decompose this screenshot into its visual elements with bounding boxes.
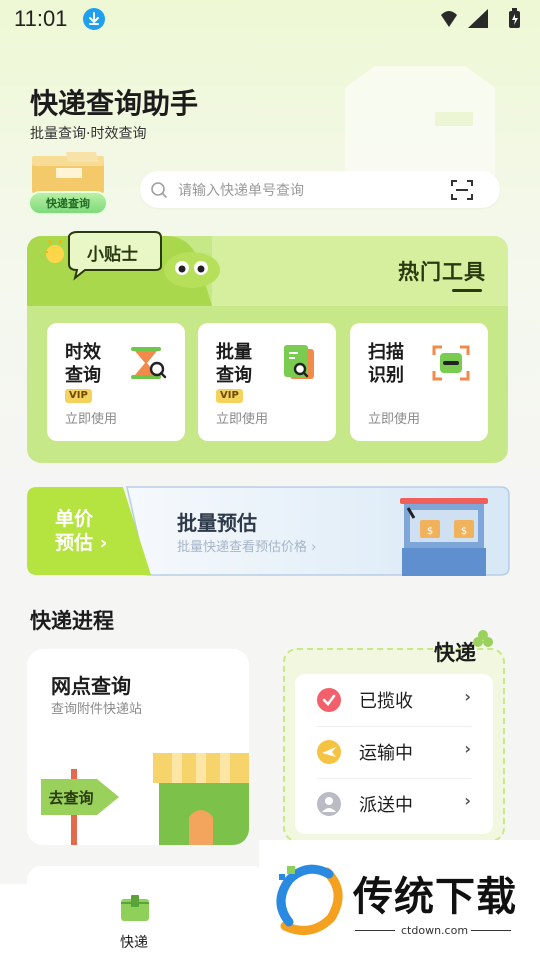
app-title: 快递查询助手: [30, 87, 199, 120]
site-logo: [267, 862, 349, 936]
express-status-heading: 快递: [434, 630, 493, 667]
document-search-icon: [280, 343, 318, 383]
status-label: 运输中: [359, 743, 413, 764]
tips-badge[interactable]: 小贴士: [45, 230, 165, 282]
hot-tools-heading: 热门工具: [398, 260, 486, 284]
tool-timeliness-query[interactable]: 时效查询 VIP 立即使用: [47, 323, 185, 441]
tool-action: 立即使用: [65, 412, 118, 427]
station-query-card[interactable]: 网点查询 查询附件快递站 去查询: [27, 649, 249, 845]
station-title: 网点查询: [51, 674, 131, 698]
plane-circle-icon: [317, 740, 341, 764]
status-label: 已揽收: [359, 691, 413, 712]
search-icon: [150, 181, 168, 199]
person-circle-icon: [317, 792, 341, 816]
clover-icon: [473, 630, 493, 647]
package-icon[interactable]: [119, 893, 151, 923]
wifi-icon: [441, 11, 457, 27]
unit-price-label: 单价: [55, 508, 94, 530]
watermark-url: ctdown.com: [401, 924, 469, 937]
status-row-in-transit[interactable]: 运输中 ›: [295, 726, 493, 778]
price-kiosk-illustration: $ $: [398, 496, 490, 576]
divider: [355, 930, 395, 931]
svg-text:$: $: [461, 526, 467, 537]
status-bar: 11:01: [0, 0, 540, 38]
heading-underline: [452, 289, 482, 292]
hourglass-search-icon: [129, 343, 167, 383]
vip-badge: VIP: [216, 389, 243, 403]
tool-batch-query[interactable]: 批量查询 VIP 立即使用: [198, 323, 336, 441]
check-circle-icon: [317, 688, 341, 712]
chevron-right-icon: ›: [464, 739, 471, 758]
tool-action: 立即使用: [216, 412, 269, 427]
unit-price-estimate-button[interactable]: 单价 预估 ›: [55, 507, 107, 555]
chevron-right-icon: ›: [464, 687, 471, 706]
search-input[interactable]: 请输入快递单号查询: [178, 180, 304, 200]
app-subtitle: 批量查询·时效查询: [30, 126, 147, 142]
system-icons: [438, 7, 528, 31]
divider: [471, 930, 511, 931]
express-query-tag: 快递查询: [28, 191, 108, 215]
estimate-title: 批量预估: [177, 511, 257, 535]
vip-badge: VIP: [65, 389, 92, 403]
nav-label-express[interactable]: 快递: [120, 932, 148, 952]
tips-label: 小贴士: [87, 244, 138, 265]
watermark-text: 传统下载: [353, 874, 517, 920]
svg-text:$: $: [427, 526, 433, 537]
status-row-collected[interactable]: 已揽收 ›: [295, 674, 493, 726]
status-row-delivering[interactable]: 派送中 ›: [295, 778, 493, 830]
estimate-subtitle[interactable]: 批量快递查看预估价格 ›: [177, 536, 316, 555]
scan-frame-icon: [432, 343, 470, 383]
scan-icon[interactable]: [450, 179, 474, 201]
status-label: 派送中: [359, 795, 413, 816]
go-query-sign: 去查询: [48, 789, 93, 807]
chevron-right-icon: ›: [464, 791, 471, 810]
tool-scan-recognize[interactable]: 扫描识别 立即使用: [350, 323, 488, 441]
station-subtitle: 查询附件快递站: [51, 702, 143, 717]
signal-icon: [468, 9, 488, 28]
tool-action: 立即使用: [368, 412, 421, 427]
download-icon: [83, 8, 105, 30]
tool-name: 时效查询: [65, 342, 101, 386]
search-bar[interactable]: 请输入快递单号查询: [140, 171, 500, 208]
battery-icon: [509, 8, 520, 28]
progress-section-title: 快递进程: [30, 609, 114, 633]
status-list: 已揽收 › 运输中 › 派送中 ›: [295, 674, 493, 834]
tool-name: 扫描识别: [368, 342, 404, 386]
shop-illustration: 去查询: [27, 739, 249, 845]
status-time: 11:01: [14, 6, 68, 31]
watermark: 传统下载 ctdown.com: [259, 840, 540, 960]
unit-estimate-label: 预估 ›: [55, 532, 108, 554]
tool-name: 批量查询: [216, 342, 252, 386]
